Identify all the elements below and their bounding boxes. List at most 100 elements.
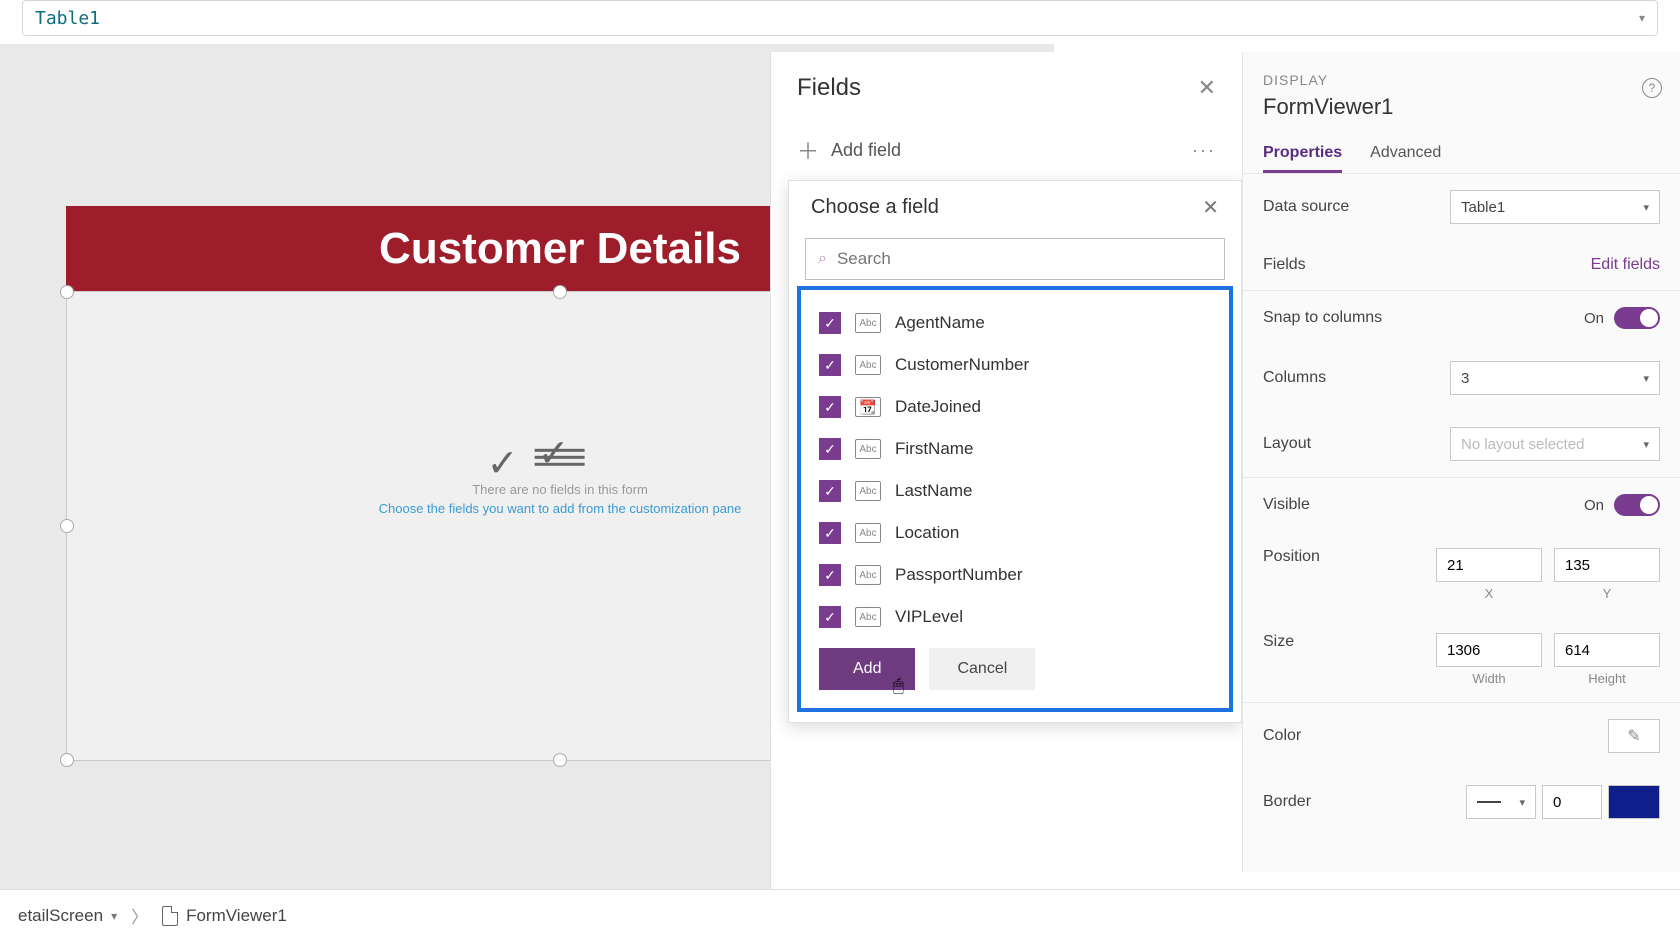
prop-fields-label: Fields bbox=[1263, 256, 1591, 274]
fields-pane-title: Fields bbox=[797, 74, 861, 102]
field-type-icon: Abc bbox=[855, 607, 881, 627]
search-input-wrap[interactable]: ⌕ bbox=[805, 238, 1225, 280]
border-width-input[interactable] bbox=[1542, 785, 1602, 819]
border-style-select[interactable]: ▾ bbox=[1466, 785, 1536, 819]
property-pane: DISPLAY FormViewer1 ? Properties Advance… bbox=[1242, 52, 1680, 872]
resize-handle[interactable] bbox=[553, 285, 567, 299]
empty-msg-2-link[interactable]: Choose the fields you want to add from t… bbox=[379, 500, 742, 515]
plus-icon[interactable]: ＋ bbox=[797, 134, 819, 166]
field-name: CustomerNumber bbox=[895, 355, 1029, 375]
data-source-select[interactable]: Table1 ▾ bbox=[1450, 190, 1660, 224]
field-name: DateJoined bbox=[895, 397, 981, 417]
chevron-down-icon: ▾ bbox=[1519, 796, 1525, 809]
field-name: Location bbox=[895, 523, 959, 543]
edit-fields-link[interactable]: Edit fields bbox=[1591, 256, 1660, 274]
prop-visible-label: Visible bbox=[1263, 496, 1584, 514]
checkbox[interactable]: ✓ bbox=[819, 606, 841, 628]
choose-field-title: Choose a field bbox=[811, 196, 939, 219]
chevron-down-icon[interactable]: ▾ bbox=[111, 909, 117, 923]
field-name: PassportNumber bbox=[895, 565, 1023, 585]
field-type-icon: 📆 bbox=[855, 397, 881, 417]
field-type-icon: Abc bbox=[855, 481, 881, 501]
formula-bar[interactable]: Table1 ▾ bbox=[22, 0, 1658, 36]
prop-border-label: Border bbox=[1263, 793, 1466, 811]
line-icon bbox=[1477, 801, 1501, 803]
empty-form-placeholder: ✓ ✓ There are no fields in this form Cho… bbox=[379, 443, 742, 515]
field-type-icon: Abc bbox=[855, 565, 881, 585]
search-input[interactable] bbox=[837, 249, 1212, 269]
add-field-button[interactable]: Add field bbox=[831, 140, 901, 161]
cancel-button[interactable]: Cancel bbox=[929, 648, 1035, 690]
field-list-highlight: ✓ Abc AgentName ✓ Abc CustomerNumber ✓ 📆 DateJoi… bbox=[797, 286, 1233, 712]
prop-columns-label: Columns bbox=[1263, 369, 1450, 387]
height-label: Height bbox=[1588, 671, 1626, 686]
form-icon bbox=[162, 906, 178, 926]
size-width-input[interactable] bbox=[1436, 633, 1542, 667]
snap-toggle[interactable] bbox=[1614, 307, 1660, 329]
color-swatch[interactable]: ✎ bbox=[1608, 719, 1660, 753]
visible-toggle[interactable] bbox=[1614, 494, 1660, 516]
layout-select[interactable]: No layout selected ▾ bbox=[1450, 427, 1660, 461]
field-type-icon: Abc bbox=[855, 523, 881, 543]
formula-text: Table1 bbox=[35, 8, 100, 29]
field-type-icon: Abc bbox=[855, 355, 881, 375]
snap-value: On bbox=[1584, 310, 1604, 327]
close-icon[interactable]: ✕ bbox=[1202, 195, 1219, 220]
crumb-label: etailScreen bbox=[18, 906, 103, 926]
add-button[interactable]: Add bbox=[819, 648, 915, 690]
field-row[interactable]: ✓ Abc Location bbox=[805, 512, 1225, 554]
field-row[interactable]: ✓ Abc CustomerNumber bbox=[805, 344, 1225, 386]
resize-handle[interactable] bbox=[60, 285, 74, 299]
columns-select[interactable]: 3 ▾ bbox=[1450, 361, 1660, 395]
checkbox[interactable]: ✓ bbox=[819, 564, 841, 586]
field-row[interactable]: ✓ Abc VIPLevel bbox=[805, 596, 1225, 638]
field-row[interactable]: ✓ Abc AgentName bbox=[805, 302, 1225, 344]
tab-properties[interactable]: Properties bbox=[1263, 144, 1342, 173]
prop-size-label: Size bbox=[1263, 633, 1436, 651]
size-height-input[interactable] bbox=[1554, 633, 1660, 667]
visible-value: On bbox=[1584, 497, 1604, 514]
field-row[interactable]: ✓AbcFirstName bbox=[805, 428, 1225, 470]
crumb-screen[interactable]: etailScreen ▾ bbox=[4, 906, 131, 926]
y-label: Y bbox=[1603, 586, 1612, 601]
chevron-down-icon[interactable]: ▾ bbox=[1639, 11, 1645, 25]
field-type-icon: Abc bbox=[855, 313, 881, 333]
breadcrumb-separator: 〉 bbox=[131, 903, 148, 928]
resize-handle[interactable] bbox=[60, 753, 74, 767]
prop-data-source-label: Data source bbox=[1263, 198, 1450, 216]
more-icon[interactable]: ··· bbox=[1192, 140, 1216, 161]
crumb-label: FormViewer1 bbox=[186, 906, 287, 926]
choose-field-popup: Choose a field ✕ ⌕ ✓ Abc AgentName ✓ Abc Cust… bbox=[788, 180, 1242, 723]
checkbox[interactable]: ✓ bbox=[819, 354, 841, 376]
position-y-input[interactable] bbox=[1554, 548, 1660, 582]
resize-handle[interactable] bbox=[60, 519, 74, 533]
color-picker-icon: ✎ bbox=[1627, 726, 1640, 746]
form-glyph-icon: ✓ ✓ bbox=[379, 443, 742, 473]
field-name: FirstName bbox=[895, 439, 973, 459]
checkbox[interactable]: ✓ bbox=[819, 438, 841, 460]
columns-value: 3 bbox=[1461, 370, 1469, 387]
checkbox[interactable]: ✓ bbox=[819, 396, 841, 418]
field-name: AgentName bbox=[895, 313, 985, 333]
crumb-form[interactable]: FormViewer1 bbox=[148, 906, 301, 926]
field-name: VIPLevel bbox=[895, 607, 963, 627]
border-color-swatch[interactable] bbox=[1608, 785, 1660, 819]
field-list: ✓ Abc AgentName ✓ Abc CustomerNumber ✓ 📆 DateJoi… bbox=[805, 302, 1225, 638]
tab-advanced[interactable]: Advanced bbox=[1370, 144, 1441, 173]
section-label: DISPLAY bbox=[1263, 72, 1660, 88]
checkbox[interactable]: ✓ bbox=[819, 312, 841, 334]
field-name: LastName bbox=[895, 481, 972, 501]
position-x-input[interactable] bbox=[1436, 548, 1542, 582]
x-label: X bbox=[1485, 586, 1494, 601]
prop-layout-label: Layout bbox=[1263, 435, 1450, 453]
help-icon[interactable]: ? bbox=[1642, 78, 1662, 98]
close-icon[interactable]: ✕ bbox=[1198, 75, 1216, 101]
field-row[interactable]: ✓ Abc LastName bbox=[805, 470, 1225, 512]
field-row[interactable]: ✓ 📆 DateJoined bbox=[805, 386, 1225, 428]
prop-snap-label: Snap to columns bbox=[1263, 309, 1584, 327]
field-row[interactable]: ✓ Abc PassportNumber bbox=[805, 554, 1225, 596]
chevron-down-icon: ▾ bbox=[1643, 201, 1649, 214]
resize-handle[interactable] bbox=[553, 753, 567, 767]
checkbox[interactable]: ✓ bbox=[819, 522, 841, 544]
checkbox[interactable]: ✓ bbox=[819, 480, 841, 502]
